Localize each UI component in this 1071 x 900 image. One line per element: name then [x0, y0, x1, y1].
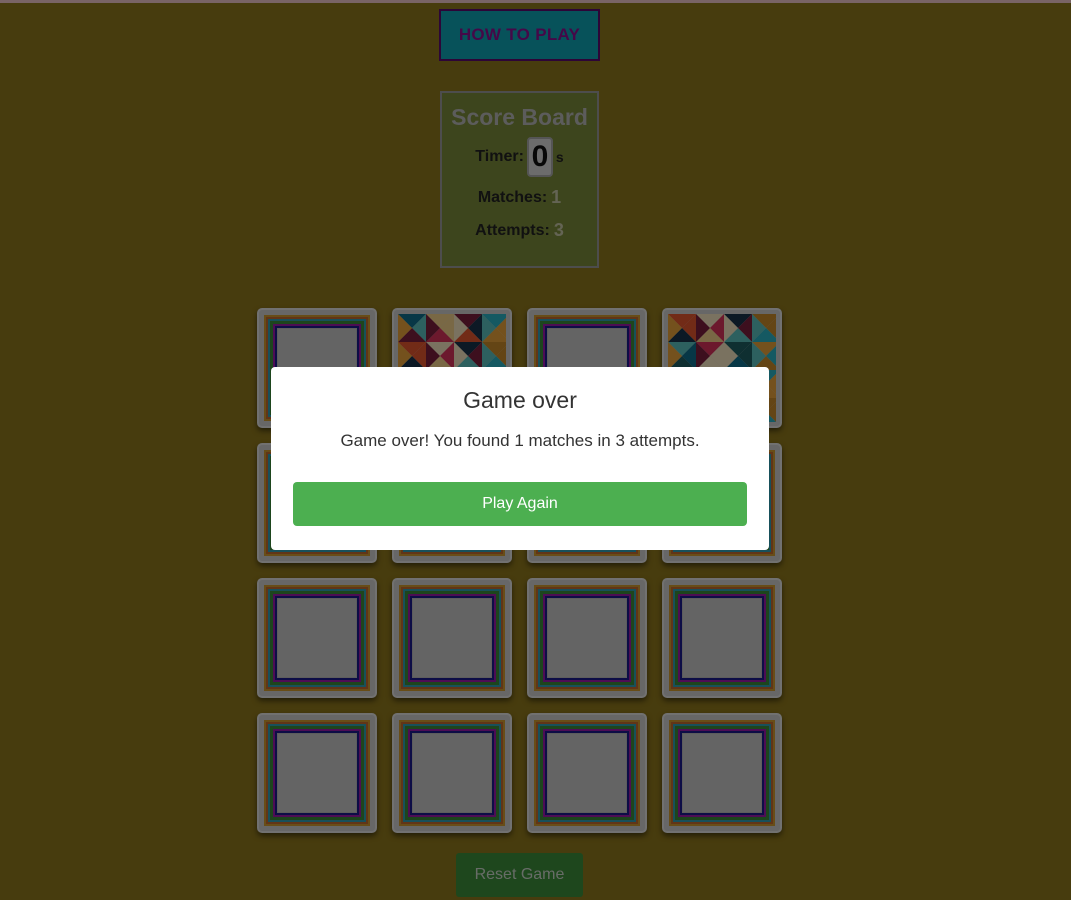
modal-title: Game over — [463, 387, 577, 413]
play-again-button[interactable]: Play Again — [293, 482, 747, 526]
game-over-modal: Game over Game over! You found 1 matches… — [271, 367, 769, 550]
modal-message: Game over! You found 1 matches in 3 atte… — [340, 431, 700, 450]
